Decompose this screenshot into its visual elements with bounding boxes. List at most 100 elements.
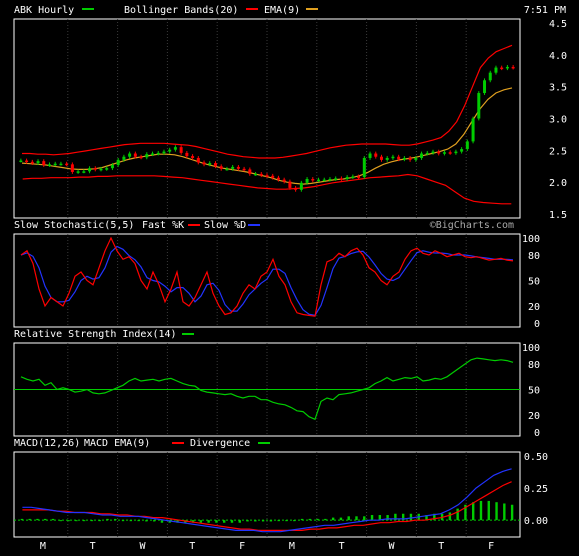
- candle-body: [248, 169, 252, 174]
- divergence-bar: [75, 520, 78, 522]
- divergence-bar: [269, 520, 273, 522]
- stock-chart: ABK Hourly Bollinger Bands(20) EMA(9) 7:…: [0, 0, 579, 553]
- candle-body: [93, 168, 97, 170]
- candle-body: [391, 156, 395, 159]
- divergence-bar: [44, 518, 47, 521]
- candle-body: [328, 178, 332, 181]
- candle-body: [305, 178, 309, 183]
- candle-body: [448, 152, 452, 154]
- candle-body: [59, 163, 63, 166]
- candle-body: [500, 67, 504, 70]
- divergence-bar: [510, 504, 514, 521]
- candle-body: [47, 164, 51, 166]
- divergence-bar: [456, 508, 459, 521]
- rsi-ytick-4: 100: [522, 343, 540, 354]
- candle-body: [460, 149, 464, 152]
- candle-body: [202, 162, 206, 165]
- price-legend-ticker: ABK Hourly: [14, 5, 74, 16]
- candle-body: [179, 147, 183, 153]
- candle-body: [351, 176, 355, 178]
- candle-body: [145, 154, 149, 158]
- rsi-ytick-3: 80: [528, 360, 540, 371]
- candle-body: [454, 151, 458, 154]
- divergence-bar: [230, 520, 234, 523]
- candle-body: [225, 168, 229, 171]
- candle-body: [191, 156, 195, 158]
- candle-body: [505, 66, 509, 69]
- candle-body: [19, 160, 23, 163]
- candle-body: [139, 156, 143, 159]
- candle-body: [236, 166, 240, 169]
- candle-body: [397, 156, 401, 160]
- candle-body: [254, 173, 258, 176]
- candle-body: [208, 163, 212, 165]
- price-legend-bollinger: Bollinger Bands(20): [124, 5, 238, 16]
- divergence-bar: [347, 516, 350, 521]
- stoch-ytick-2: 50: [528, 277, 540, 288]
- candle-body: [36, 161, 40, 164]
- candle-body: [259, 173, 263, 176]
- divergence-bar: [495, 502, 498, 521]
- x-label-0: M: [40, 541, 46, 552]
- candle-body: [408, 157, 412, 160]
- price-ytick-2: 2.5: [549, 146, 567, 157]
- candle-body: [156, 152, 160, 155]
- divergence-bar: [324, 518, 327, 521]
- stoch-ytick-3: 80: [528, 251, 540, 262]
- watermark: ©BigCharts.com: [430, 220, 514, 231]
- candle-body: [471, 118, 475, 142]
- candle-body: [374, 153, 378, 157]
- stoch-legend-title: Slow Stochastic(5,5): [14, 220, 134, 231]
- divergence-bar: [293, 520, 296, 522]
- stoch-ytick-4: 100: [522, 234, 540, 245]
- divergence-bar: [261, 520, 265, 522]
- divergence-bar: [51, 518, 55, 521]
- x-label-1: T: [90, 541, 96, 552]
- stoch-ytick-1: 20: [528, 302, 540, 313]
- candle-body: [282, 179, 286, 182]
- divergence-bar: [479, 500, 483, 521]
- divergence-bar: [36, 518, 39, 521]
- candle-body: [402, 157, 406, 160]
- stoch-legend-slowd: Slow %D: [204, 220, 246, 231]
- rsi-ytick-1: 20: [528, 411, 540, 422]
- divergence-bar: [152, 520, 156, 522]
- divergence-bar: [285, 520, 288, 522]
- candle-body: [368, 153, 372, 158]
- candle-body: [420, 153, 424, 158]
- candle-body: [311, 178, 315, 181]
- candle-body: [213, 163, 217, 167]
- price-ytick-1: 2.0: [549, 178, 567, 189]
- candle-body: [82, 171, 86, 173]
- divergence-bar: [331, 517, 335, 521]
- rsi-ytick-0: 0: [534, 428, 540, 439]
- candle-body: [25, 160, 29, 163]
- divergence-bar: [300, 518, 304, 521]
- candle-body: [185, 152, 189, 157]
- price-ytick-3: 3.0: [549, 115, 567, 126]
- divergence-bar: [448, 512, 452, 521]
- stoch-legend-fastk: Fast %K: [142, 220, 184, 231]
- divergence-bar: [254, 520, 257, 522]
- candle-body: [265, 175, 269, 177]
- x-label-2: W: [139, 541, 146, 552]
- macd-legend-title: MACD(12,26): [14, 438, 80, 449]
- candle-body: [99, 168, 103, 171]
- divergence-bar: [363, 516, 366, 521]
- macd-legend-divergence: Divergence: [190, 438, 250, 449]
- candle-body: [42, 161, 46, 165]
- x-label-8: T: [438, 541, 444, 552]
- divergence-bar: [137, 520, 140, 522]
- candle-body: [276, 177, 280, 180]
- candle-body: [483, 80, 487, 94]
- candle-body: [30, 161, 34, 164]
- divergence-bar: [98, 520, 101, 522]
- x-label-5: M: [289, 541, 295, 552]
- candle-body: [231, 166, 235, 169]
- candle-body: [431, 151, 435, 154]
- candle-body: [53, 163, 57, 166]
- divergence-bar: [370, 515, 374, 521]
- divergence-bar: [82, 520, 86, 522]
- candle-body: [437, 151, 441, 154]
- rsi-ytick-2: 50: [528, 386, 540, 397]
